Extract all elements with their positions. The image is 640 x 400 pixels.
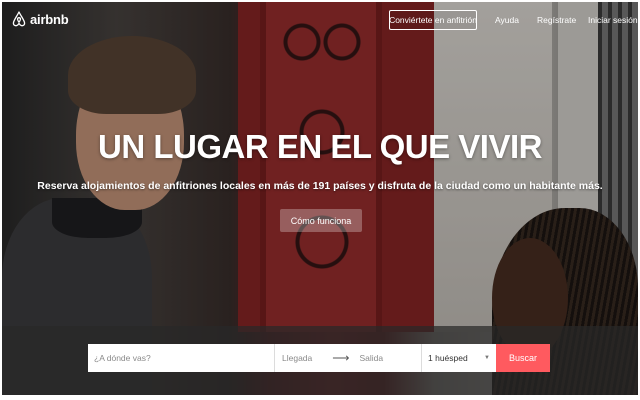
caret-down-icon: ▼	[484, 355, 490, 361]
help-link[interactable]: Ayuda	[495, 10, 519, 30]
login-link[interactable]: Iniciar sesión	[588, 10, 638, 30]
top-navigation: airbnb Conviértete en anfitrión Ayuda Re…	[2, 2, 638, 36]
register-link[interactable]: Regístrate	[537, 10, 576, 30]
airbnb-belo-icon	[12, 11, 26, 27]
checkout-input[interactable]: Salida	[359, 353, 383, 363]
hero-subtitle: Reserva alojamientos de anfitriones loca…	[37, 180, 603, 192]
airbnb-logo[interactable]: airbnb	[12, 10, 69, 28]
hero-section: airbnb Conviértete en anfitrión Ayuda Re…	[2, 2, 638, 395]
date-range-field: Llegada ⟶ Salida	[275, 344, 422, 372]
guests-select[interactable]: 1 huésped ▼	[422, 344, 496, 372]
hero-title: UN LUGAR EN EL QUE VIVIR	[98, 128, 542, 165]
search-form: ¿A dónde vas? Llegada ⟶ Salida 1 huésped…	[88, 344, 550, 372]
guests-value: 1 huésped	[428, 353, 468, 363]
how-it-works-button[interactable]: Cómo funciona	[280, 209, 362, 232]
destination-input[interactable]: ¿A dónde vas?	[88, 344, 275, 372]
become-host-button[interactable]: Conviértete en anfitrión	[389, 10, 477, 30]
brand-wordmark: airbnb	[30, 11, 69, 27]
arrow-right-icon: ⟶	[332, 351, 350, 365]
checkin-input[interactable]: Llegada	[282, 353, 312, 363]
search-button[interactable]: Buscar	[496, 344, 550, 372]
